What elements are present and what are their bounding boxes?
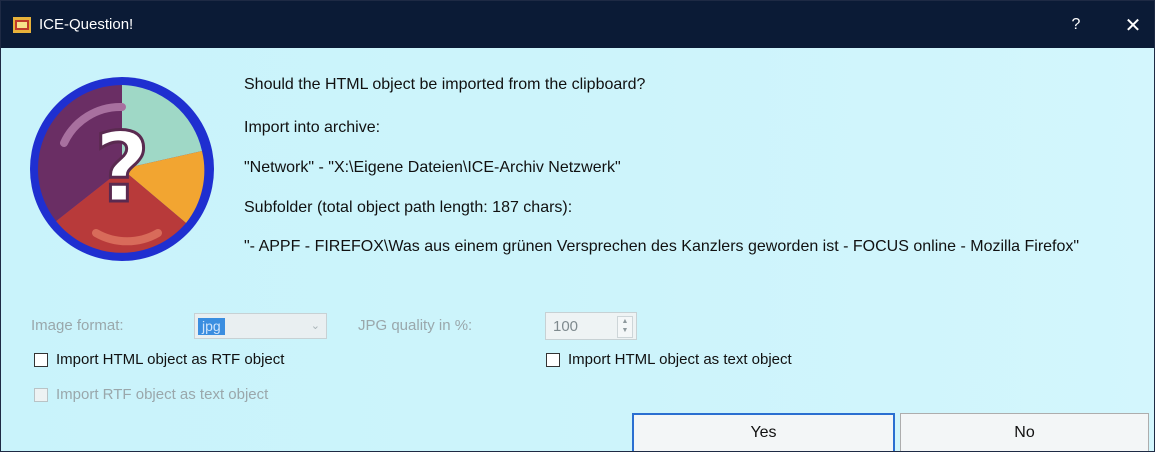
archive-path: "Network" - "X:\Eigene Dateien\ICE-Archi…	[244, 159, 621, 176]
import-rtf-as-text-label: Import RTF object as text object	[56, 386, 269, 403]
yes-button[interactable]: Yes	[632, 413, 895, 451]
chevron-down-icon: ⌄	[310, 320, 320, 332]
import-text-label: Import HTML object as text object	[568, 351, 792, 368]
import-rtf-label: Import HTML object as RTF object	[56, 351, 285, 368]
import-text-checkbox[interactable]: Import HTML object as text object	[546, 351, 792, 368]
help-icon: ?	[1071, 16, 1081, 33]
question-text: Should the HTML object be imported from …	[244, 76, 646, 93]
question-icon: ?	[30, 77, 214, 261]
import-rtf-checkbox[interactable]: Import HTML object as RTF object	[34, 351, 284, 368]
dialog-window: ICE-Question! ? ✕ ? Should the HTML obje…	[0, 0, 1155, 452]
checkbox-box[interactable]	[34, 352, 48, 367]
image-format-select[interactable]: jpg ⌄	[194, 313, 327, 339]
checkbox-box[interactable]	[546, 352, 560, 367]
app-icon	[13, 17, 31, 33]
title-bar: ICE-Question! ? ✕	[1, 1, 1154, 48]
jpg-quality-stepper[interactable]: 100 ▲ ▼	[545, 312, 637, 340]
jpg-quality-value: 100	[553, 318, 579, 335]
jpg-quality-label: JPG quality in %:	[358, 317, 473, 334]
stepper-arrows-icon[interactable]: ▲ ▼	[617, 316, 633, 338]
image-format-label: Image format:	[31, 317, 124, 334]
no-button[interactable]: No	[900, 413, 1149, 451]
import-rtf-as-text-checkbox: Import RTF object as text object	[34, 386, 268, 403]
subfolder-label: Subfolder (total object path length: 187…	[244, 199, 573, 216]
svg-text:?: ?	[94, 112, 150, 224]
subfolder-path: "- APPF - FIREFOX\Was aus einem grünen V…	[244, 238, 1080, 255]
checkbox-box	[34, 387, 48, 402]
image-format-value: jpg	[198, 318, 225, 335]
close-icon: ✕	[1124, 14, 1142, 37]
archive-label: Import into archive:	[244, 119, 381, 136]
close-button[interactable]: ✕	[1113, 9, 1153, 41]
help-button[interactable]: ?	[1056, 9, 1096, 41]
window-title: ICE-Question!	[39, 16, 134, 33]
